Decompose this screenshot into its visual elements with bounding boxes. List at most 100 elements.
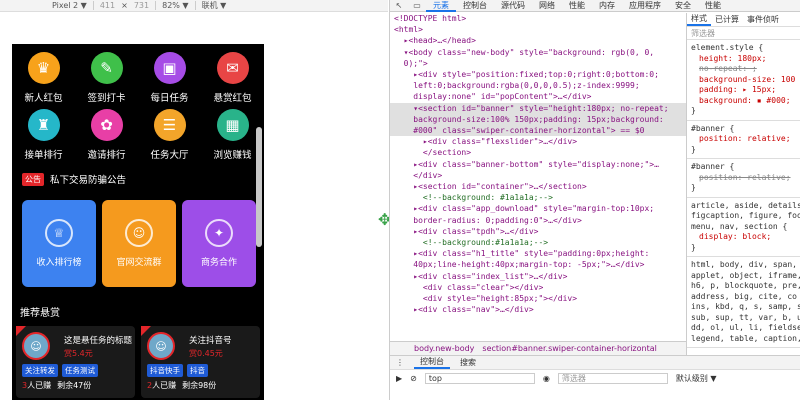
dom-node-line[interactable]: background-size:100% 150px;padding: 15px…: [390, 113, 686, 126]
clear-console-icon[interactable]: ⊘: [410, 374, 417, 383]
style-line: #banner {: [691, 123, 735, 133]
log-level-select[interactable]: 默认级别 ▼: [676, 373, 717, 384]
dom-node-line[interactable]: 40px;line-height:40px;margin-top: -5px;"…: [390, 259, 686, 270]
style-line: }: [691, 144, 696, 154]
zoom-select[interactable]: 82% ▼: [162, 1, 188, 10]
styles-tab[interactable]: 已计算: [711, 14, 743, 25]
drawer-menu-icon[interactable]: ⋮: [390, 358, 410, 367]
style-line: position: relative;: [699, 134, 791, 143]
menu-item[interactable]: ▣ 每日任务: [140, 52, 200, 104]
screen: Pixel 2 ▼ 411 × 731 82% ▼ 联机 ▼ ♛ 新人红包 ✎ 签到打…: [0, 0, 800, 400]
dom-node-line[interactable]: <html>: [390, 24, 686, 35]
dom-node-line[interactable]: #000" class="swiper-container-horizontal…: [390, 125, 686, 137]
style-rule-display[interactable]: article, aside, details figcaption, figur…: [687, 198, 800, 257]
dom-node-line[interactable]: </div>: [390, 170, 686, 181]
tab-4[interactable]: 性能: [562, 0, 592, 12]
dom-node-line[interactable]: ▾<body class="new-body" style="backgroun…: [390, 47, 686, 58]
network-select[interactable]: 联机 ▼: [202, 0, 227, 11]
styles-tab[interactable]: 事件侦听: [743, 14, 783, 25]
drawer-tab[interactable]: 搜索: [454, 357, 482, 368]
inspect-icon[interactable]: ↖: [390, 1, 408, 10]
dom-node-line[interactable]: ▸<div class="index_list">…</div>: [390, 271, 686, 282]
dom-node-line[interactable]: left:0;background:rgba(0,0,0,0.5);z-inde…: [390, 80, 686, 91]
dom-node-line[interactable]: ▾<section id="banner" style="height:180p…: [390, 102, 686, 114]
task-remaining: 剩余47份: [57, 381, 92, 390]
task-done: 2人已赚: [147, 380, 176, 391]
dom-node-line[interactable]: <!--background: #1a1a1a;-->: [390, 192, 686, 203]
tab-6[interactable]: 应用程序: [622, 0, 668, 12]
menu-item[interactable]: ▦ 浏览赚钱: [203, 109, 263, 161]
tab-7[interactable]: 安全: [668, 0, 698, 12]
tab-0[interactable]: 元素: [426, 0, 456, 12]
task-card[interactable]: ☺ 关注抖音号 赏0.45元 抖音快手 抖音 2人已赚 剩余98份: [141, 326, 260, 398]
feature-card[interactable]: ♕ 收入排行榜: [22, 200, 96, 287]
devtools-tabs: ↖ ▭ 元素 控制台 源代码 网络 性能 内存 应用程序 安全 性能: [390, 0, 800, 12]
tab-1[interactable]: 控制台: [456, 0, 494, 12]
menu-item[interactable]: ✉ 悬赏红包: [203, 52, 263, 104]
times-icon: ×: [121, 1, 128, 10]
task-done: 3人已赚: [22, 380, 51, 391]
dom-node-line[interactable]: ▸<div class="tpdh">…</div>: [390, 226, 686, 237]
corner-ribbon: [16, 326, 26, 336]
menu-item[interactable]: ✎ 签到打卡: [77, 52, 137, 104]
console-filter-input[interactable]: 筛选器: [557, 372, 668, 384]
dom-node-line[interactable]: ▸<div class="app_download" style="margin…: [390, 203, 686, 214]
task-title: 关注抖音号: [189, 336, 232, 346]
dom-node-line[interactable]: <div style="height:85px;"></div>: [390, 293, 686, 304]
dom-node-line[interactable]: border-radius: 0;padding:0">…</div>: [390, 215, 686, 226]
style-rule-banner-2[interactable]: #banner {position: relative;}: [687, 159, 800, 198]
dom-node-line[interactable]: ▸<section id="container">…</section>: [390, 181, 686, 192]
menu-item[interactable]: ✿ 邀请排行: [77, 109, 137, 161]
task-price: 赏0.45元: [189, 349, 223, 358]
task-card[interactable]: ☺ 这是悬任务的标题 赏5.4元 关注转发 任务测试 3人已赚 剩余47份: [16, 326, 135, 398]
dom-node-line[interactable]: ▸<div class="flexslider">…</div>: [390, 136, 686, 147]
menu-item[interactable]: ♜ 接单排行: [14, 109, 74, 161]
tab-8[interactable]: 性能: [698, 0, 728, 12]
dom-node-line[interactable]: ▸<div class="nav">…</div>: [390, 304, 686, 315]
elements-tree[interactable]: <!DOCTYPE html> <html> ▸<head>…</head> ▾<…: [390, 13, 686, 341]
section-title: 推荐悬赏: [20, 308, 60, 319]
dom-node-line[interactable]: 0);">: [390, 58, 686, 69]
eye-icon[interactable]: ◉: [543, 374, 550, 383]
device-toggle-icon[interactable]: ▭: [408, 1, 426, 10]
dom-node-line[interactable]: ▸<div style="position:fixed;top:0;right:…: [390, 69, 686, 80]
tab-5[interactable]: 内存: [592, 0, 622, 12]
dom-node-line[interactable]: ▸<div class="banner-bottom" style="displ…: [390, 159, 686, 170]
page-scrollbar[interactable]: [256, 127, 262, 247]
style-rule-banner[interactable]: #banner {position: relative;}: [687, 121, 800, 159]
icon-row-1: ♛ 新人红包 ✎ 签到打卡 ▣ 每日任务 ✉ 悬赏红包: [12, 52, 264, 104]
tab-3[interactable]: 网络: [532, 0, 562, 12]
notice-text[interactable]: 私下交易防骗公告: [50, 172, 126, 186]
card-label: 收入排行榜: [36, 258, 82, 268]
styles-tab[interactable]: 样式: [687, 13, 711, 26]
sidebar-toggle-icon[interactable]: ▶: [396, 374, 402, 383]
dom-node-line[interactable]: display:none" id="popContent">…</div>: [390, 91, 686, 102]
width-input[interactable]: 411: [100, 1, 115, 10]
style-line: address, big, cite, co: [691, 291, 797, 301]
dom-node-line[interactable]: ▸<div class="h1_title" style="padding:0p…: [390, 248, 686, 259]
context-select[interactable]: top: [424, 372, 535, 384]
dom-node-line[interactable]: <div class="clear"></div>: [390, 282, 686, 293]
task-done-label: 人已赚: [152, 381, 177, 390]
device-select[interactable]: Pixel 2 ▼: [52, 1, 87, 10]
style-line: applet, object, iframe,: [691, 270, 800, 280]
tab-2[interactable]: 源代码: [494, 0, 532, 12]
notice-bar[interactable]: 公告 私下交易防骗公告: [22, 172, 126, 186]
style-rule-reset[interactable]: html, body, div, span, applet, object, if…: [687, 257, 800, 348]
menu-item[interactable]: ☰ 任务大厅: [140, 109, 200, 161]
card-icon: ♕: [45, 219, 73, 247]
styles-filter-input[interactable]: 筛选器: [687, 27, 800, 40]
style-rule-element[interactable]: element.style {height: 180px; no-repeat: …: [687, 40, 800, 121]
menu-item[interactable]: ♛ 新人红包: [14, 52, 74, 104]
feature-card[interactable]: ☺ 官网交流群: [102, 200, 176, 287]
crumb-body[interactable]: body.new-body: [414, 344, 474, 353]
drawer-tab[interactable]: 控制台: [414, 356, 450, 369]
crumb-section[interactable]: section#banner.swiper-container-horizont…: [482, 344, 656, 353]
dom-node-line[interactable]: <!DOCTYPE html>: [390, 13, 686, 24]
height-input[interactable]: 731: [134, 1, 149, 10]
feature-card[interactable]: ✦ 商务合作: [182, 200, 256, 287]
dom-node-line[interactable]: </section>: [390, 147, 686, 158]
task-list: ☺ 这是悬任务的标题 赏5.4元 关注转发 任务测试 3人已赚 剩余47份 ☺ 关注抖音号 赏0.…: [16, 326, 260, 398]
dom-node-line[interactable]: ▸<head>…</head>: [390, 35, 686, 46]
dom-node-line[interactable]: <!--background:#1a1a1a;-->: [390, 237, 686, 248]
